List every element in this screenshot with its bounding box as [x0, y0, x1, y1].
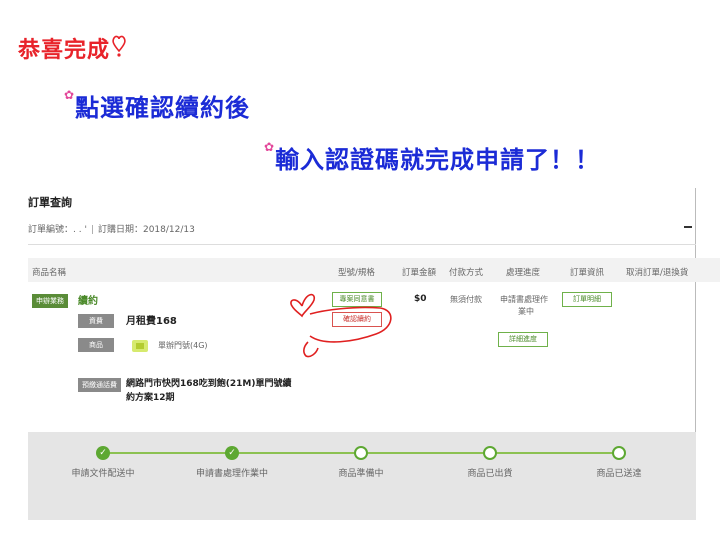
status-line-1: 申請書處理作 [500, 295, 548, 304]
product-tag: 商品 [78, 338, 114, 352]
order-details-button[interactable]: 訂單明細 [562, 292, 612, 307]
business-type-name: 續約 [78, 296, 98, 307]
fee-tag: 資費 [78, 314, 114, 328]
detail-progress-button[interactable]: 詳細進度 [498, 332, 548, 347]
header-order-info: 訂單資訊 [570, 268, 605, 278]
flower-icon: ✿ [64, 88, 76, 102]
business-type-tag: 申辦業務 [32, 294, 68, 308]
plan-line-1: 網路門市快閃168吃到飽(21M)單門號續 [126, 379, 292, 389]
header-spec: 型號/規格 [338, 268, 375, 278]
divider [28, 244, 696, 245]
header-payment: 付款方式 [449, 268, 484, 278]
instruction-caption-1: ✿點選確認續約後 [64, 88, 250, 123]
congrats-text: 恭喜完成 [18, 38, 111, 63]
order-no-value: . . ' [73, 225, 87, 235]
instruction-caption-2: ✿輸入認證碼就完成申請了！！ [264, 140, 600, 175]
instruction-text-2: 輸入認證碼就完成申請了！！ [275, 146, 601, 174]
step-1-check-icon: ✓ [96, 446, 110, 460]
status-line-2: 業中 [518, 307, 534, 316]
step-4-circle-icon [483, 446, 497, 460]
section-title: 訂單查詢 [28, 196, 72, 209]
step-4-label: 商品已出貨 [467, 469, 513, 479]
order-date: 訂購日期：2018/12/13 [97, 225, 195, 235]
instruction-text-1: 點選確認續約後 [75, 94, 251, 122]
step-2-check-icon: ✓ [225, 446, 239, 460]
heart-exclamation-icon [112, 35, 126, 63]
step-5-circle-icon [612, 446, 626, 460]
product-name: 單辦門號(4G) [158, 341, 208, 350]
sim-card-icon [132, 340, 148, 352]
plan-line-2: 約方案12期 [126, 393, 175, 403]
header-status: 處理進度 [506, 268, 541, 278]
collapse-icon[interactable] [684, 226, 692, 228]
step-1-label: 申請文件配送中 [71, 469, 135, 479]
flower-icon: ✿ [264, 140, 276, 154]
plan-tag: 預繳通話費 [78, 378, 121, 392]
table-header: 商品名稱 型號/規格 訂單金額 付款方式 處理進度 訂單資訊 取消訂單/退換貨 [28, 258, 720, 282]
order-meta: 訂單編號：. . ' | 訂購日期：2018/12/13 [28, 222, 195, 235]
header-amount: 訂單金額 [402, 268, 437, 278]
separator: | [90, 225, 94, 235]
header-cancel: 取消訂單/退換貨 [626, 268, 689, 278]
header-product: 商品名稱 [32, 268, 67, 278]
order-amount: $0 [414, 294, 427, 304]
step-5-label: 商品已送達 [596, 469, 642, 479]
step-3-circle-icon [354, 446, 368, 460]
step-3-label: 商品準備中 [338, 469, 384, 479]
order-no-label: 訂單編號： [28, 225, 74, 235]
congrats-caption: 恭喜完成 [18, 32, 126, 64]
annotation-scribble [290, 293, 392, 358]
fee-name: 月租費168 [126, 316, 177, 327]
step-2-label: 申請書處理作業中 [195, 469, 268, 479]
payment-method: 無須付款 [450, 295, 482, 304]
